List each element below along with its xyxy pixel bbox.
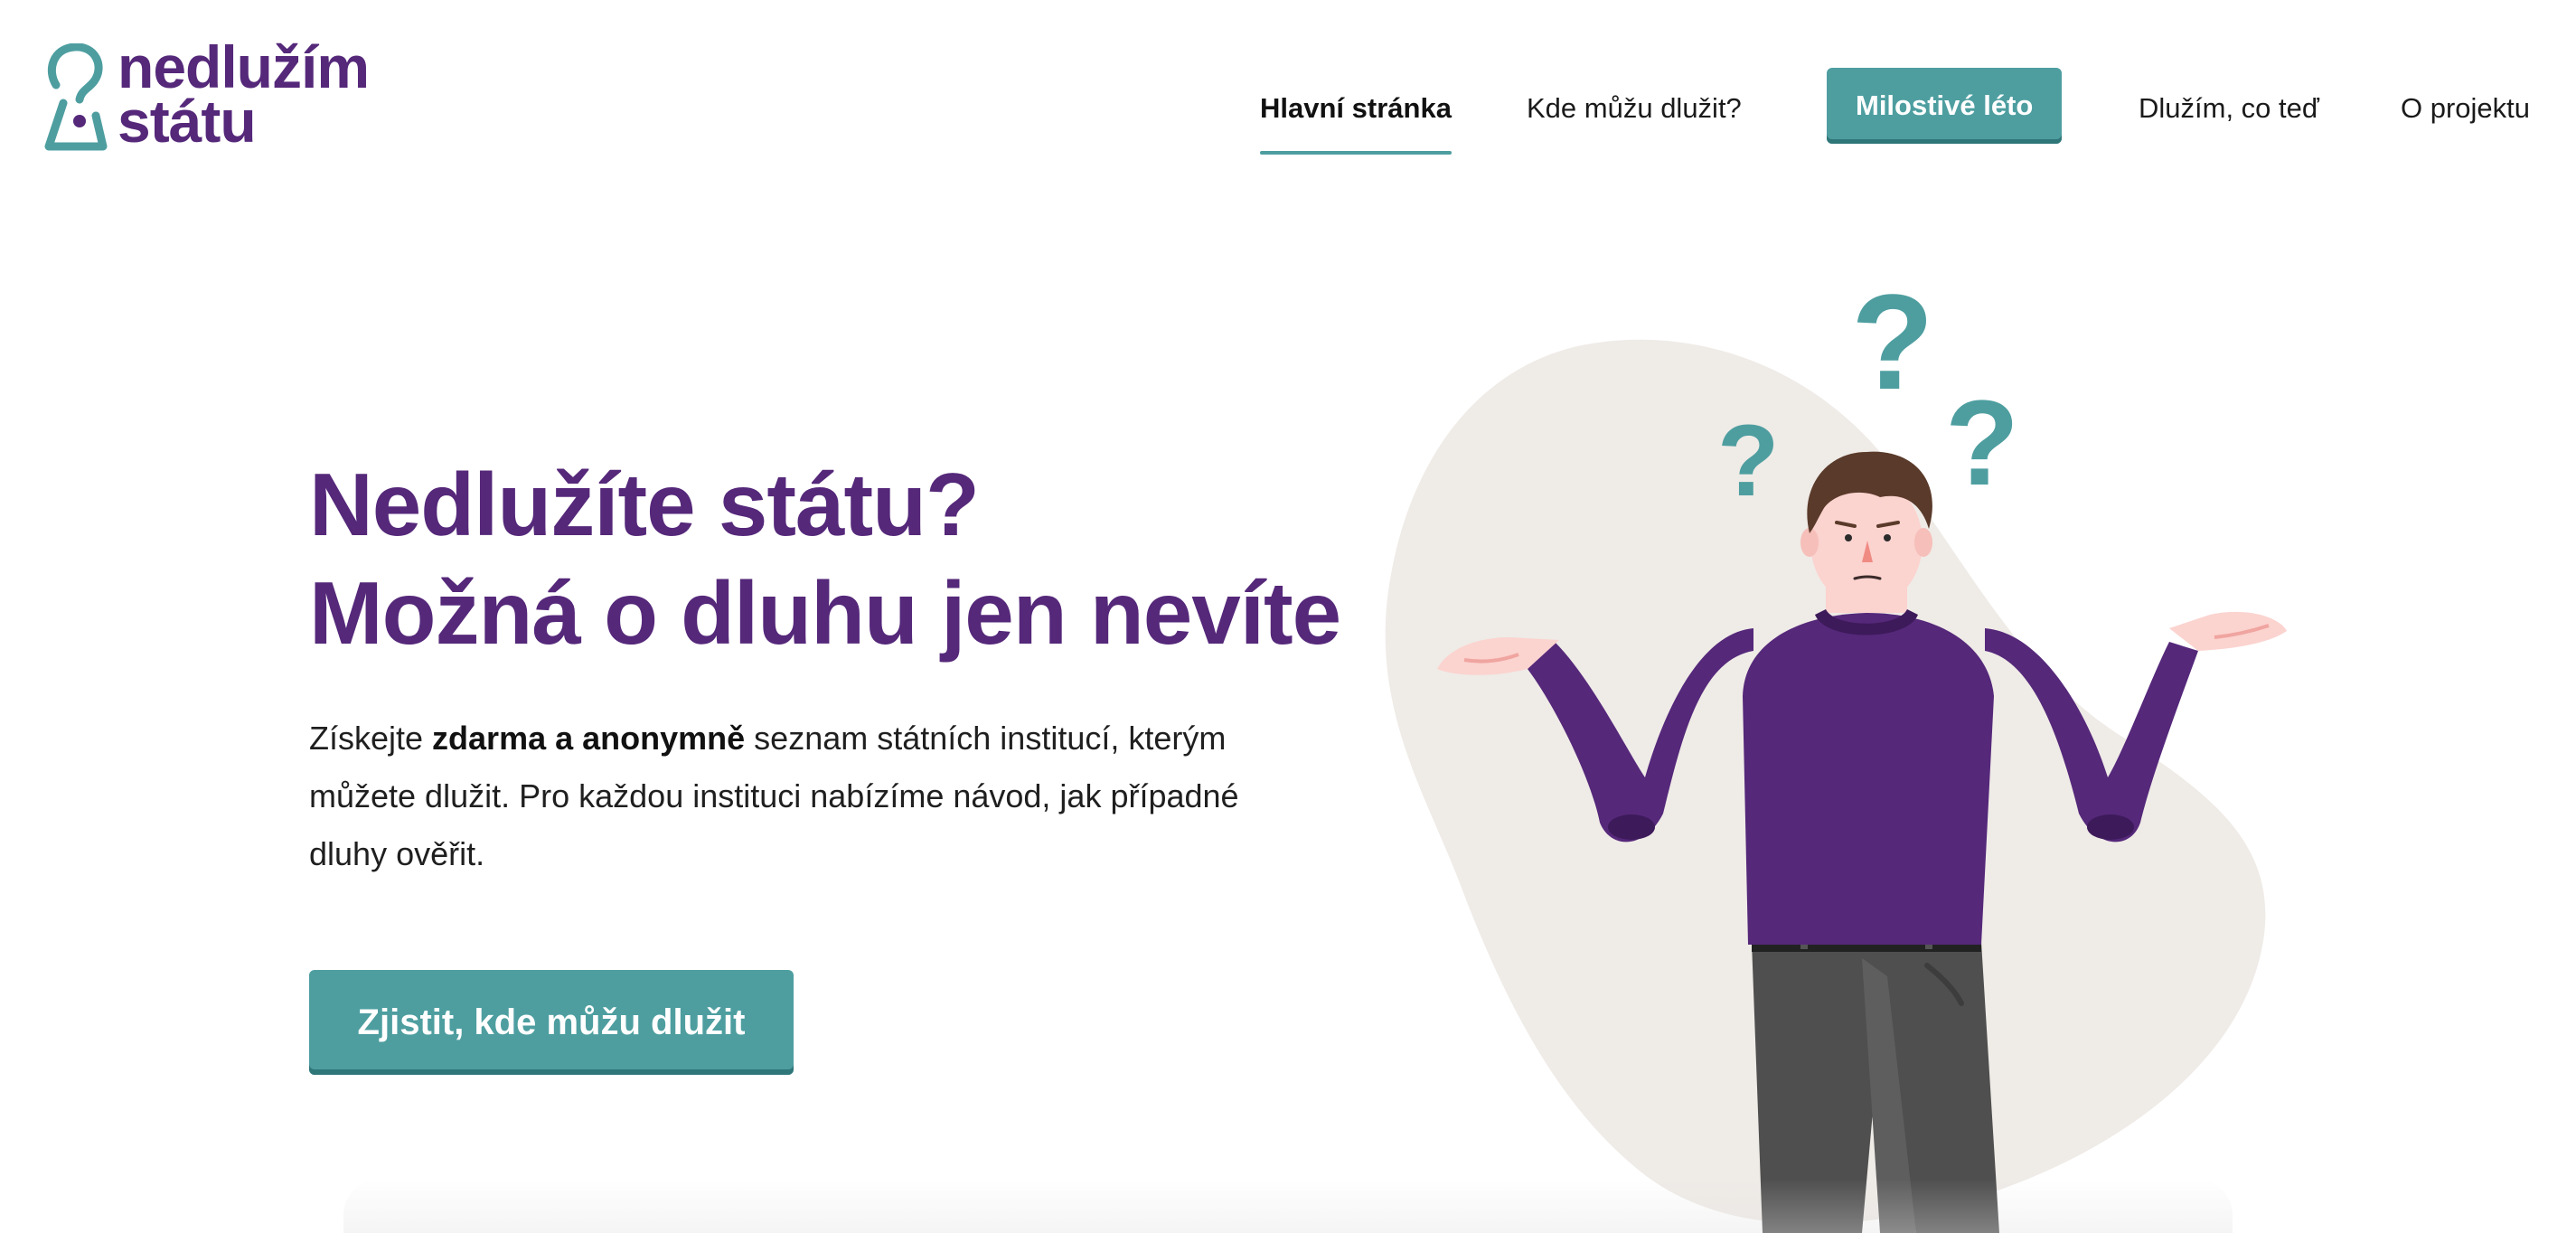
- main-nav: Hlavní stránka Kde můžu dlužit? Milostiv…: [1247, 68, 2576, 155]
- hero-text-bold: zdarma a anonymně: [432, 720, 746, 757]
- question-mark-icon: ?: [1945, 376, 2019, 511]
- logo-wordmark: nedlužím státu: [118, 33, 370, 155]
- hero-text-prefix: Získejte: [309, 720, 433, 757]
- bottom-shadow: [343, 1179, 2233, 1233]
- nav-item-i-owe-what-now[interactable]: Dlužím, co teď: [2139, 68, 2319, 149]
- sweater: [1743, 613, 1994, 945]
- logo-line-1: nedlužím: [118, 33, 370, 100]
- nav-button-milostive-leto[interactable]: Milostivé léto: [1827, 68, 2063, 144]
- site-logo[interactable]: nedlužím státu: [43, 33, 387, 156]
- hero-title: Nedlužíte státu? Možná o dluhu jen nevít…: [309, 450, 1341, 667]
- logo-line-2: státu: [118, 88, 257, 155]
- keyhole-question-icon: [44, 43, 108, 151]
- question-mark-icon: ?: [1851, 271, 1934, 418]
- page: nedlužím státu Hlavní stránka Kde můžu d…: [0, 0, 2576, 1233]
- nav-item-where-can-i-owe[interactable]: Kde můžu dlužit?: [1527, 68, 1742, 149]
- hero-title-line-2: Možná o dluhu jen nevíte: [309, 563, 1341, 663]
- right-hand: [2169, 611, 2287, 651]
- nav-item-about-project[interactable]: O projektu: [2401, 68, 2530, 149]
- question-mark-icon: ?: [1717, 404, 1779, 517]
- nav-item-home[interactable]: Hlavní stránka: [1260, 68, 1452, 155]
- hero-description: Získejte zdarma a anonymně seznam státní…: [309, 710, 1267, 883]
- hero-title-line-1: Nedlužíte státu?: [309, 455, 980, 554]
- find-debts-button[interactable]: Zjistit, kde můžu dlužit: [309, 970, 794, 1075]
- confused-man-illustration: ? ? ?: [1385, 271, 2287, 1233]
